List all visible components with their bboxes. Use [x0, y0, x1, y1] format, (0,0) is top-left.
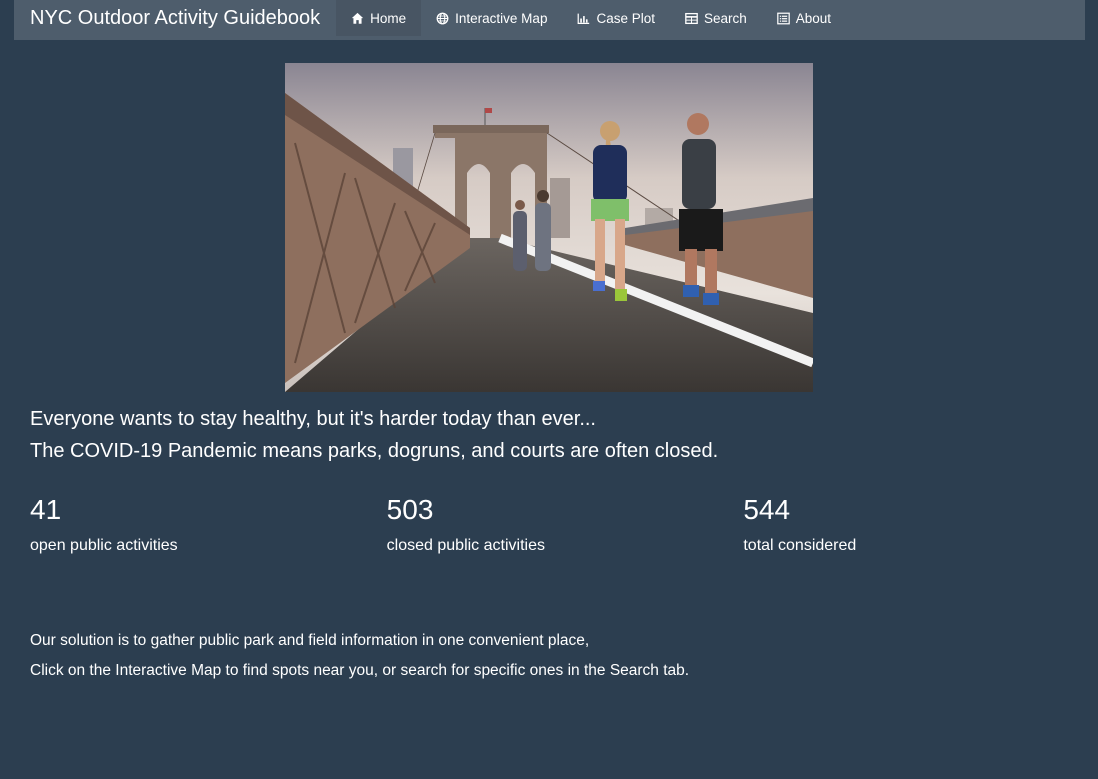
table-icon	[685, 12, 698, 25]
tab-search[interactable]: Search	[670, 0, 762, 36]
solution-line-2: Click on the Interactive Map to find spo…	[30, 662, 690, 679]
tab-search-label: Search	[703, 10, 747, 26]
tab-home-label: Home	[370, 10, 407, 26]
headline: Everyone wants to stay healthy, but it's…	[30, 403, 1070, 467]
stat-closed-label: closed public activities	[386, 537, 545, 554]
brand-title[interactable]: NYC Outdoor Activity Guidebook	[14, 0, 336, 40]
tab-case-plot-label: Case Plot	[596, 10, 655, 26]
stat-open: 41 open public activities	[30, 490, 387, 557]
stat-open-label: open public activities	[30, 537, 178, 554]
hero-image	[285, 63, 813, 392]
stat-open-value: 41	[30, 494, 62, 525]
globe-icon	[436, 12, 449, 25]
tab-case-plot[interactable]: Case Plot	[562, 0, 670, 36]
bar-chart-icon	[577, 12, 590, 25]
solution-line-1: Our solution is to gather public park an…	[30, 632, 590, 649]
headline-line-1: Everyone wants to stay healthy, but it's…	[30, 408, 596, 430]
stat-total: 544 total considered	[743, 490, 1098, 557]
nav-tabs: Home Interactive Map Case Plot Search Ab…	[336, 0, 846, 40]
list-alt-icon	[776, 12, 790, 25]
home-icon	[351, 12, 364, 25]
stat-closed: 503 closed public activities	[387, 490, 744, 557]
stat-total-label: total considered	[743, 537, 857, 554]
stat-total-value: 544	[743, 494, 791, 525]
tab-interactive-map-label: Interactive Map	[455, 10, 548, 26]
tab-interactive-map[interactable]: Interactive Map	[421, 0, 562, 36]
top-navbar: NYC Outdoor Activity Guidebook Home Inte…	[14, 0, 1085, 40]
tab-about[interactable]: About	[762, 0, 846, 36]
stats-row: 41 open public activities 503 closed pub…	[30, 490, 1098, 557]
tab-home[interactable]: Home	[336, 0, 422, 36]
stat-closed-value: 503	[386, 494, 434, 525]
tab-about-label: About	[795, 10, 832, 26]
headline-line-2: The COVID-19 Pandemic means parks, dogru…	[30, 440, 719, 462]
solution-text: Our solution is to gather public park an…	[30, 626, 1070, 686]
